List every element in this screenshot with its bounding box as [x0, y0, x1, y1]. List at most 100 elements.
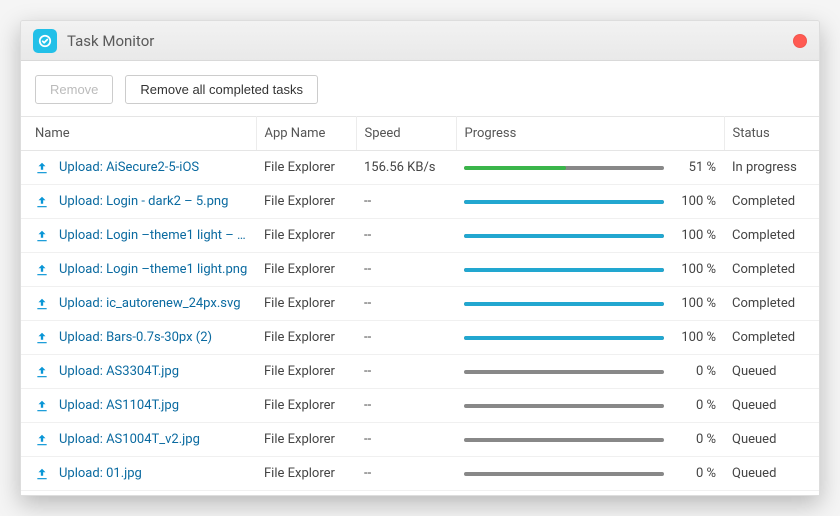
- table-row[interactable]: Upload: AS3304T.jpgFile Explorer--0 %Que…: [21, 355, 819, 389]
- task-name: Upload: AiSecure2-5-iOS: [59, 160, 199, 175]
- progress-percent: 100 %: [674, 296, 716, 311]
- task-app: File Explorer: [256, 185, 356, 219]
- task-speed: --: [356, 355, 456, 389]
- task-app: File Explorer: [256, 151, 356, 185]
- task-name: Upload: AS3304T.jpg: [59, 364, 179, 379]
- progress-bar: [464, 404, 664, 408]
- table-row[interactable]: Upload: 01.jpg File Explorer-- 0 % Queued: [21, 457, 819, 491]
- progress-percent: 100 %: [674, 262, 716, 277]
- task-progress: 100 %: [464, 296, 716, 311]
- progress-fill: [464, 200, 664, 204]
- task-progress: 0 %: [464, 432, 716, 447]
- task-progress: 100 %: [464, 194, 716, 209]
- task-app: File Explorer: [256, 219, 356, 253]
- titlebar: Task Monitor: [21, 21, 819, 61]
- toolbar: Remove Remove all completed tasks: [21, 61, 819, 116]
- col-header-name[interactable]: Name: [21, 117, 256, 151]
- progress-bar: [464, 472, 664, 476]
- upload-icon: [35, 399, 49, 413]
- upload-icon: [35, 229, 49, 243]
- task-progress: 100 %: [464, 262, 716, 277]
- upload-icon: [35, 297, 49, 311]
- window-title: Task Monitor: [67, 32, 793, 50]
- task-name: Upload: Login - dark2 – 5.png: [59, 194, 228, 209]
- progress-bar: [464, 268, 664, 272]
- progress-bar: [464, 438, 664, 442]
- task-monitor-window: Task Monitor Remove Remove all completed…: [20, 20, 820, 496]
- remove-all-completed-button[interactable]: Remove all completed tasks: [125, 75, 318, 104]
- task-name-cell: Upload: Bars-0.7s-30px (2): [35, 330, 248, 345]
- remove-button[interactable]: Remove: [35, 75, 113, 104]
- task-name: Upload: Login –theme1 light – 1....: [59, 228, 248, 243]
- col-header-speed[interactable]: Speed: [356, 117, 456, 151]
- task-app: File Explorer: [256, 253, 356, 287]
- task-speed: --: [356, 253, 456, 287]
- progress-percent: 100 %: [674, 228, 716, 243]
- close-button[interactable]: [793, 34, 807, 48]
- progress-bar: [464, 302, 664, 306]
- progress-percent: 0 %: [674, 398, 716, 413]
- task-name-cell: Upload: 01.jpg: [35, 466, 248, 481]
- task-name-cell: Upload: AS3304T.jpg: [35, 364, 248, 379]
- task-name-cell: Upload: AS1004T_v2.jpg: [35, 432, 248, 447]
- task-app: File Explorer: [256, 287, 356, 321]
- task-table: Name App Name Speed Progress Status Uplo…: [21, 116, 819, 491]
- upload-icon: [35, 467, 49, 481]
- task-name: Upload: ic_autorenew_24px.svg: [59, 296, 241, 311]
- task-progress: 51 %: [464, 160, 716, 175]
- progress-bar: [464, 336, 664, 340]
- table-row[interactable]: Upload: Login –theme1 light – 1.... File …: [21, 219, 819, 253]
- table-row[interactable]: Upload: Login - dark2 – 5.png File Explor…: [21, 185, 819, 219]
- check-circle-icon: [38, 34, 52, 48]
- table-header-row: Name App Name Speed Progress Status: [21, 117, 819, 151]
- task-name-cell: Upload: Login –theme1 light.png: [35, 262, 248, 277]
- task-status: Completed: [724, 219, 819, 253]
- task-progress: 100 %: [464, 330, 716, 345]
- upload-icon: [35, 433, 49, 447]
- task-name: Upload: Login –theme1 light.png: [59, 262, 247, 277]
- table-row[interactable]: Upload: Bars-0.7s-30px (2)File Explorer-…: [21, 321, 819, 355]
- col-header-progress[interactable]: Progress: [456, 117, 724, 151]
- task-status: Completed: [724, 253, 819, 287]
- task-status: Queued: [724, 389, 819, 423]
- task-name-cell: Upload: Login –theme1 light – 1....: [35, 228, 248, 243]
- progress-fill: [464, 234, 664, 238]
- table-row[interactable]: Upload: Login –theme1 light.png File Expl…: [21, 253, 819, 287]
- task-speed: --: [356, 423, 456, 457]
- table-row[interactable]: Upload: AS1104T.jpgFile Explorer--0 %Que…: [21, 389, 819, 423]
- task-status: Completed: [724, 287, 819, 321]
- progress-fill: [464, 302, 664, 306]
- task-name: Upload: Bars-0.7s-30px (2): [59, 330, 212, 345]
- task-status: In progress: [724, 151, 819, 185]
- task-progress: 100 %: [464, 228, 716, 243]
- upload-icon: [35, 365, 49, 379]
- progress-fill: [464, 166, 566, 170]
- progress-percent: 0 %: [674, 432, 716, 447]
- col-header-app[interactable]: App Name: [256, 117, 356, 151]
- table-row[interactable]: Upload: AS1004T_v2.jpgFile Explorer--0 %…: [21, 423, 819, 457]
- task-app: File Explorer: [256, 457, 356, 491]
- task-status: Completed: [724, 321, 819, 355]
- task-speed: --: [356, 287, 456, 321]
- task-speed: --: [356, 185, 456, 219]
- progress-percent: 0 %: [674, 364, 716, 379]
- task-name: Upload: AS1004T_v2.jpg: [59, 432, 200, 447]
- task-progress: 0 %: [464, 364, 716, 379]
- progress-percent: 100 %: [674, 194, 716, 209]
- task-table-scroll[interactable]: Name App Name Speed Progress Status Uplo…: [21, 116, 819, 495]
- col-header-status[interactable]: Status: [724, 117, 819, 151]
- task-speed: 156.56 KB/s: [356, 151, 456, 185]
- task-speed: --: [356, 219, 456, 253]
- task-name-cell: Upload: AiSecure2-5-iOS: [35, 160, 248, 175]
- task-status: Queued: [724, 457, 819, 491]
- upload-icon: [35, 161, 49, 175]
- progress-percent: 51 %: [674, 160, 716, 175]
- task-app: File Explorer: [256, 355, 356, 389]
- task-speed: --: [356, 457, 456, 491]
- task-name-cell: Upload: Login - dark2 – 5.png: [35, 194, 248, 209]
- progress-percent: 0 %: [674, 466, 716, 481]
- table-row[interactable]: Upload: ic_autorenew_24px.svg File Explor…: [21, 287, 819, 321]
- task-status: Queued: [724, 423, 819, 457]
- table-row[interactable]: Upload: AiSecure2-5-iOS File Explorer156.…: [21, 151, 819, 185]
- task-app: File Explorer: [256, 321, 356, 355]
